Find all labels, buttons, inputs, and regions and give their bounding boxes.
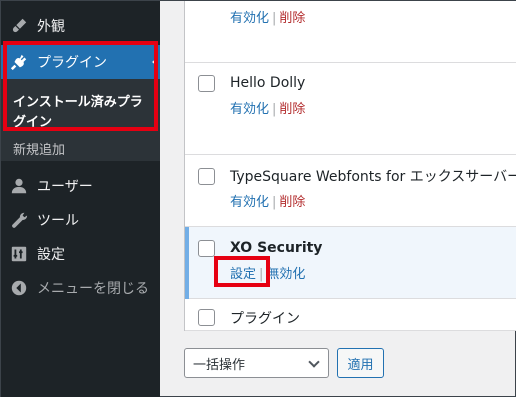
menu-settings[interactable]: 設定 — [1, 237, 160, 271]
current-menu-arrow — [152, 57, 158, 67]
plugin-checkbox[interactable] — [198, 168, 215, 185]
plugin-name: Hello Dolly — [230, 75, 306, 91]
table-footer-row: プラグイン — [185, 299, 516, 331]
plugin-actions: 有効化 | 削除 — [230, 102, 306, 117]
admin-sidebar: 外観 プラグイン インストール済みプラグイン 新規追加 ユーザー ツール 設定 … — [1, 1, 160, 397]
submenu-add-new[interactable]: 新規追加 — [13, 139, 65, 158]
menu-appearance[interactable]: 外観 — [1, 9, 160, 43]
active-plugin-indicator — [185, 227, 189, 299]
plugin-icon — [9, 52, 29, 72]
delete-link[interactable]: 削除 — [279, 102, 305, 117]
plugin-name: TypeSquare Webfonts for エックスサーバー — [230, 169, 516, 185]
plugin-row-hello-dolly: Hello Dolly 有効化 | 削除 — [185, 63, 516, 155]
plugins-table: 有効化 | 削除 Hello Dolly 有効化 | 削除 TypeSquare Web… — [184, 1, 516, 331]
plugin-row-xo-security: XO Security 設定 | 無効化 — [185, 227, 516, 299]
apply-button[interactable]: 適用 — [337, 348, 384, 378]
deactivate-link[interactable]: 無効化 — [266, 267, 305, 282]
delete-link[interactable]: 削除 — [279, 11, 305, 26]
menu-appearance-label: 外観 — [37, 19, 65, 35]
chevron-down-icon — [308, 356, 320, 368]
user-icon — [9, 176, 29, 196]
collapse-arrow-icon — [9, 278, 29, 298]
plugin-name: XO Security — [230, 240, 323, 256]
wrench-icon — [9, 210, 29, 230]
bulk-action-label: 一括操作 — [193, 357, 246, 373]
plugin-checkbox[interactable] — [198, 240, 215, 257]
settings-sliders-icon — [9, 244, 29, 264]
menu-settings-label: 設定 — [37, 247, 65, 263]
column-header-plugin: プラグイン — [230, 311, 300, 327]
select-all-checkbox[interactable] — [198, 309, 215, 326]
menu-tools-label: ツール — [37, 213, 79, 229]
bulk-action-select[interactable]: 一括操作 — [184, 348, 329, 378]
menu-users[interactable]: ユーザー — [1, 169, 160, 203]
plugin-row-typesquare: TypeSquare Webfonts for エックスサーバー 有効化 | 削除 — [185, 155, 516, 227]
delete-link[interactable]: 削除 — [279, 195, 305, 210]
menu-collapse-label: メニューを閉じる — [37, 281, 149, 297]
menu-users-label: ユーザー — [37, 179, 93, 195]
menu-plugins-label: プラグイン — [37, 55, 107, 71]
menu-plugins[interactable]: プラグイン — [1, 45, 160, 79]
submenu-installed-plugins[interactable]: インストール済みプラグイン — [13, 93, 153, 133]
plugin-actions: 設定 | 無効化 — [230, 267, 306, 282]
menu-collapse[interactable]: メニューを閉じる — [1, 271, 160, 305]
paintbrush-icon — [9, 16, 29, 36]
plugin-actions: 有効化 | 削除 — [230, 195, 306, 210]
plugin-actions: 有効化 | 削除 — [230, 11, 306, 26]
activate-link[interactable]: 有効化 — [230, 102, 269, 117]
settings-link[interactable]: 設定 — [230, 267, 256, 282]
activate-link[interactable]: 有効化 — [230, 11, 269, 26]
plugin-row: 有効化 | 削除 — [185, 1, 516, 63]
activate-link[interactable]: 有効化 — [230, 195, 269, 210]
plugin-checkbox[interactable] — [198, 75, 215, 92]
menu-tools[interactable]: ツール — [1, 203, 160, 237]
